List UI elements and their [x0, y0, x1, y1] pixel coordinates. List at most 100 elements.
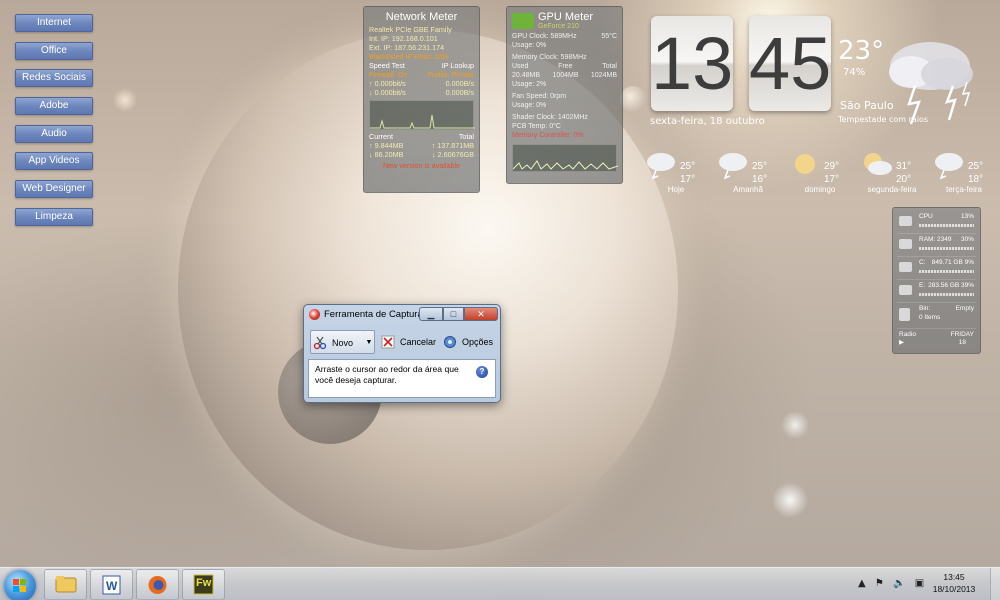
current-temperature: 23° [838, 36, 885, 66]
weather-condition: Tempestade com raios [838, 115, 929, 124]
network-meter-title: Network Meter [385, 11, 458, 23]
storm-cloud-icon [719, 153, 747, 180]
launcher-internet-button[interactable]: Internet [15, 14, 93, 32]
mem-free-header: Free [558, 63, 573, 70]
system-tray: ▲ ⚑ 🔈 ▣ [858, 578, 930, 589]
total-upload: ↑ 137.871MB [431, 141, 474, 150]
gpu-meter-gadget[interactable]: GPU Meter GeForce 210 GPU Clock: 589MHz … [506, 6, 623, 184]
clock-minute: 45 [749, 16, 831, 111]
folder-icon [55, 576, 77, 593]
taskbar-firefox-button[interactable] [136, 569, 179, 600]
weather-city[interactable]: São Paulo [840, 99, 894, 112]
taskbar-time: 13:45 [943, 572, 965, 582]
network-profile: Profile: Private [427, 70, 474, 79]
show-desktop-button[interactable] [990, 568, 1000, 600]
gpu-temp: 55°C [601, 33, 617, 40]
cpu-icon [899, 216, 912, 226]
drive-c-row: C: 849.71 GB 9% [897, 257, 976, 280]
snipping-tool-icon [309, 309, 320, 320]
external-ip: Ext. IP: 187.56.231.174 [369, 43, 445, 52]
ip-lookup-link[interactable]: IP Lookup [442, 61, 474, 70]
help-icon[interactable]: ? [476, 366, 488, 378]
mem-free: 1004MB [552, 72, 579, 79]
launcher-office-button[interactable]: Office [15, 41, 93, 60]
window-title: Ferramenta de Captura [324, 309, 423, 320]
wallpaper-small-moon [620, 86, 646, 112]
launcher-social-button[interactable]: Redes Sociais [15, 69, 93, 88]
start-button[interactable] [4, 570, 36, 600]
instruction-text: Arraste o cursor ao redor da área que vo… [315, 364, 459, 385]
partly-sunny-icon [864, 153, 892, 175]
launcher-adobe-button[interactable]: Adobe [15, 97, 93, 116]
new-version-notice[interactable]: New version is available [369, 161, 474, 170]
action-center-flag-icon[interactable]: ⚑ [875, 578, 884, 589]
current-label: Current [369, 132, 393, 141]
forecast-day: 25° 16° Amanhã [712, 148, 784, 196]
ram-icon [899, 239, 912, 249]
snipping-tool-window[interactable]: Ferramenta de Captura ▁ □ ✕ Novo ▼ Cance… [303, 304, 501, 403]
options-button[interactable]: Opções [441, 330, 497, 354]
windows-logo-icon [13, 579, 26, 592]
memory-clock: Memory Clock: 598MHz [512, 54, 587, 61]
taskbar-explorer-button[interactable] [44, 569, 87, 600]
firefox-icon [148, 576, 167, 594]
mem-used: 20.48MB [512, 72, 541, 79]
network-adapter: Realtek PCIe GBE Family [369, 25, 452, 34]
download-bitrate: ↓ 0.000bit/s [369, 88, 406, 97]
launcher-video-apps-button[interactable]: App Videos [15, 152, 93, 171]
storm-cloud-icon [647, 153, 675, 180]
new-snip-button[interactable]: Novo [310, 330, 365, 354]
sun-icon [795, 154, 815, 174]
word-icon: W [102, 575, 121, 595]
pcb-temp: PCB Temp: 0°C [512, 123, 561, 130]
forecast-day: 25° 18° terça-feira [928, 148, 1000, 196]
cancel-label: Cancelar [400, 337, 437, 347]
network-meter-gadget[interactable]: Network Meter Realtek PCIe GBE Family In… [363, 6, 480, 193]
launcher-sidebar: Internet Office Redes Sociais Adobe Audi… [15, 14, 95, 236]
blacklist-ratio: Blacklisted IP Ratio: 2/69 [369, 52, 449, 61]
taskbar-clock[interactable]: 13:45 18/10/2013 [924, 571, 984, 595]
minimize-button[interactable]: ▁ [419, 307, 443, 321]
launcher-web-designer-button[interactable]: Web Designer [15, 180, 93, 199]
gpu-clock: GPU Clock: 589MHz [512, 33, 577, 40]
taskbar-fireworks-button[interactable]: Fw [182, 569, 225, 600]
nvidia-logo-icon [512, 13, 534, 29]
taskbar-word-button[interactable]: W [90, 569, 133, 600]
download-byterate: 0.000B/s [445, 88, 474, 97]
memory-controller: Memory Controller: 0% [512, 132, 584, 139]
total-label: Total [458, 132, 474, 141]
cancel-button[interactable]: Cancelar [379, 330, 439, 354]
upload-bitrate: ↑ 0.000bit/s [369, 79, 406, 88]
mem-total-header: Total [602, 63, 617, 70]
scissors-icon [313, 336, 327, 350]
hard-drive-icon [899, 262, 912, 272]
shader-clock: Shader Clock: 1402MHz [512, 114, 588, 121]
mem-total: 1024MB [590, 72, 617, 79]
upload-byterate: 0.000B/s [445, 79, 474, 88]
maximize-button[interactable]: □ [443, 307, 464, 321]
taskbar: W Fw ▲ ⚑ 🔈 ▣ 13:45 18/10/2013 [0, 567, 1000, 600]
drive-e-row: E: 283.56 GB 39% [897, 280, 976, 303]
launcher-audio-button[interactable]: Audio [15, 124, 93, 143]
current-download: ↓ 86.20MB [369, 150, 404, 159]
system-monitor-gadget[interactable]: CPU 13% RAM: 2349 30% C: 849.71 GB 9% E:… [892, 207, 981, 354]
svg-text:W: W [106, 579, 118, 593]
clock-date: sexta-feira, 18 outubro [650, 116, 765, 127]
recycle-bin-row[interactable]: Bin: Empty 0 Items [897, 303, 976, 329]
weather-forecast: 25° 17° Hoje 25° 16° Amanhã 29° 17° domi… [640, 148, 1000, 196]
close-button[interactable]: ✕ [464, 307, 498, 321]
forecast-day: 25° 17° Hoje [640, 148, 712, 196]
volume-icon[interactable]: 🔈 [893, 578, 905, 589]
launcher-cleanup-button[interactable]: Limpeza [15, 207, 93, 226]
show-hidden-icons-icon[interactable]: ▲ [858, 578, 866, 589]
cpu-row: CPU 13% [897, 211, 976, 234]
firewall-status: Firewall: On [369, 70, 408, 79]
instruction-panel: Arraste o cursor ao redor da área que vo… [308, 359, 496, 398]
speed-test-link[interactable]: Speed Test [369, 61, 405, 70]
internal-ip: Int. IP: 192.168.0.101 [369, 34, 438, 43]
snip-mode-dropdown[interactable]: ▼ [364, 330, 375, 354]
storm-cloud-icon [935, 153, 963, 180]
network-icon[interactable]: ▣ [915, 578, 924, 589]
radio-control[interactable]: Radio ▶ [899, 331, 916, 347]
current-humidity: 74% [843, 67, 866, 78]
